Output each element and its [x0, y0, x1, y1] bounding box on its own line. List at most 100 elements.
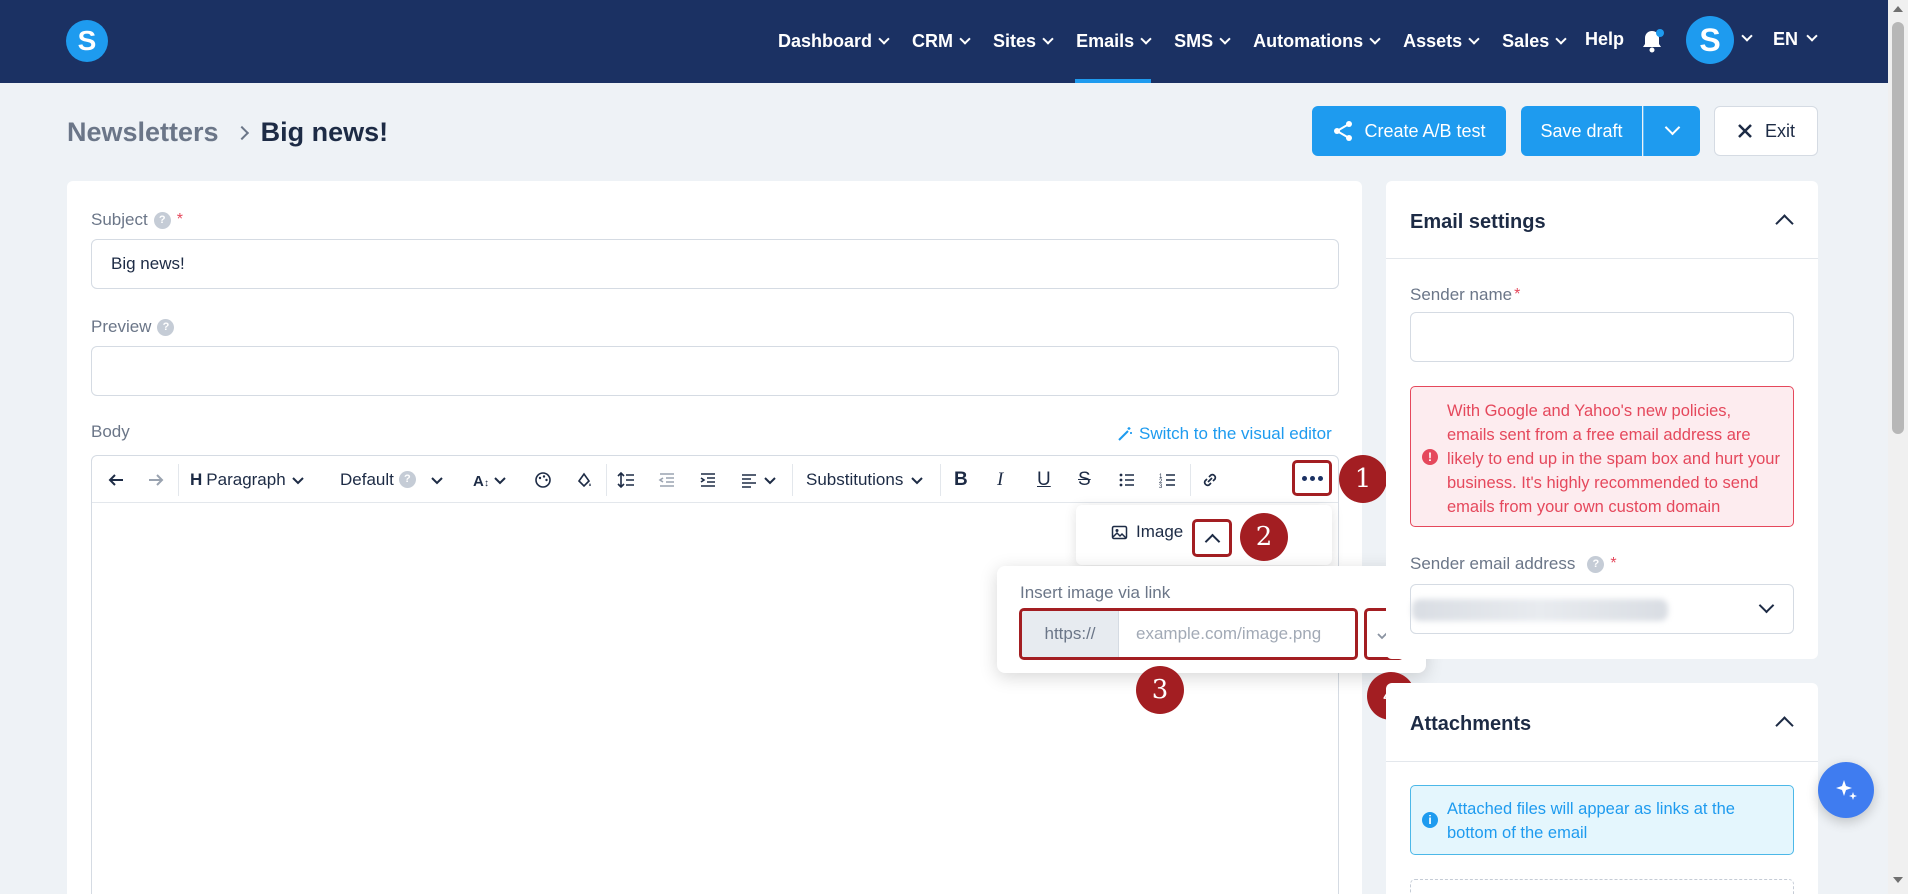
align-left-icon — [742, 473, 756, 488]
nav-item-sales[interactable]: Sales — [1502, 0, 1567, 83]
create-ab-test-label: Create A/B test — [1364, 120, 1486, 141]
italic-icon[interactable]: I — [997, 456, 1003, 503]
nav-item-sites[interactable]: Sites — [993, 0, 1054, 83]
redo-icon[interactable] — [146, 456, 166, 503]
insert-image-title: Insert image via link — [1020, 583, 1171, 602]
nav-item-dashboard[interactable]: Dashboard — [778, 0, 890, 83]
attachments-info-text: Attached files will appear as links at t… — [1447, 800, 1735, 842]
image-options-toggle[interactable] — [1192, 519, 1232, 557]
chevron-down-icon — [764, 476, 776, 484]
paragraph-format-dropdown[interactable]: H Paragraph — [190, 456, 306, 503]
preview-input[interactable] — [91, 346, 1339, 396]
underline-icon[interactable]: U — [1037, 456, 1051, 503]
bell-icon[interactable] — [1638, 27, 1666, 55]
subject-input[interactable]: Big news! — [91, 239, 1339, 289]
chevron-up-icon[interactable] — [1775, 716, 1794, 735]
sender-name-label: Sender name * — [1410, 285, 1520, 305]
chevron-down-icon — [1369, 33, 1381, 45]
save-options-button[interactable] — [1643, 106, 1700, 156]
sender-email-value — [1412, 599, 1668, 621]
scrollbar-thumb[interactable] — [1892, 22, 1904, 434]
switch-editor-label: Switch to the visual editor — [1139, 424, 1332, 443]
outdent-icon[interactable] — [658, 456, 676, 503]
nav-item-automations[interactable]: Automations — [1253, 0, 1381, 83]
substitutions-label: Substitutions — [806, 469, 904, 489]
strikethrough-icon[interactable]: S — [1078, 456, 1091, 503]
image-tool-label: Image — [1136, 522, 1184, 541]
chevron-up-icon — [1204, 533, 1221, 550]
attachments-title: Attachments — [1410, 713, 1532, 735]
main-menu: Dashboard CRM Sites Emails SMS Automatio… — [778, 0, 1589, 83]
chevron-up-icon[interactable] — [1775, 214, 1794, 233]
magic-wand-icon — [1118, 427, 1132, 441]
chevron-down-icon — [1042, 33, 1054, 45]
required-marker: * — [1514, 286, 1521, 303]
line-height-icon[interactable] — [617, 456, 635, 503]
image-url-placeholder[interactable]: example.com/image.png — [1136, 611, 1321, 657]
bullet-list-icon[interactable] — [1118, 456, 1136, 503]
svg-text:↕: ↕ — [484, 478, 489, 489]
app-logo[interactable]: S — [66, 20, 108, 62]
sender-name-input[interactable] — [1410, 312, 1794, 362]
heading-icon: H — [190, 469, 203, 489]
more-options-button[interactable] — [1292, 460, 1332, 496]
substitutions-dropdown[interactable]: Substitutions — [806, 456, 925, 503]
font-label: Default — [340, 469, 394, 489]
language-selector[interactable]: EN — [1773, 29, 1798, 50]
sparkles-icon — [1836, 780, 1857, 800]
image-tool-button[interactable]: Image — [1111, 522, 1183, 542]
nav-item-sms[interactable]: SMS — [1174, 0, 1231, 83]
paragraph-label: Paragraph — [206, 469, 286, 489]
attachment-dropzone[interactable] — [1410, 879, 1794, 894]
chevron-down-icon — [291, 476, 304, 484]
avatar[interactable]: S — [1686, 16, 1734, 64]
chevron-down-icon[interactable] — [1806, 30, 1818, 42]
help-icon[interactable]: ? — [157, 318, 175, 336]
svg-text:3: 3 — [1159, 484, 1163, 489]
nav-item-emails[interactable]: Emails — [1075, 0, 1152, 83]
ai-assistant-button[interactable] — [1818, 762, 1874, 818]
help-icon[interactable]: ? — [1587, 555, 1605, 573]
preview-label-text: Preview — [91, 317, 152, 336]
body-label: Body — [91, 422, 130, 441]
font-family-dropdown[interactable]: Default ? — [340, 456, 445, 503]
nav-item-label: CRM — [912, 31, 954, 51]
font-size-icon[interactable]: A ↕ — [473, 456, 511, 503]
chevron-down-icon[interactable] — [1741, 30, 1753, 42]
image-url-input[interactable]: https:// example.com/image.png — [1019, 608, 1358, 660]
nav-item-label: Dashboard — [778, 31, 873, 51]
scroll-down-icon[interactable] — [1893, 877, 1903, 883]
warning-text: With Google and Yahoo's new policies, em… — [1447, 402, 1780, 516]
chevron-down-icon — [1219, 33, 1231, 45]
nav-item-crm[interactable]: CRM — [912, 0, 971, 83]
help-icon[interactable]: ? — [153, 211, 171, 229]
highlight-icon[interactable] — [575, 456, 593, 503]
breadcrumb-parent[interactable]: Newsletters — [67, 117, 219, 148]
bold-icon[interactable]: B — [954, 456, 968, 503]
required-marker: * — [176, 211, 183, 228]
chevron-right-icon — [234, 125, 249, 140]
undo-icon[interactable] — [106, 456, 126, 503]
annotation-marker-1: 1 — [1339, 455, 1387, 503]
required-marker: * — [1610, 555, 1617, 572]
palette-icon[interactable] — [534, 456, 552, 503]
help-link[interactable]: Help — [1585, 29, 1624, 50]
indent-icon[interactable] — [699, 456, 717, 503]
numbered-list-icon[interactable]: 123 — [1159, 456, 1177, 503]
top-navigation: S Dashboard CRM Sites Emails SMS Automat… — [0, 0, 1888, 83]
switch-editor-link[interactable]: Switch to the visual editor — [1117, 424, 1332, 444]
save-draft-button[interactable]: Save draft — [1521, 106, 1642, 156]
link-icon[interactable] — [1200, 456, 1220, 503]
info-icon: i — [1422, 812, 1438, 828]
subject-label: Subject ? * — [91, 210, 183, 230]
nav-item-assets[interactable]: Assets — [1403, 0, 1480, 83]
exit-button[interactable]: Exit — [1714, 106, 1818, 156]
scroll-up-icon[interactable] — [1893, 6, 1903, 12]
chevron-down-icon — [911, 476, 924, 484]
chevron-down-icon — [1664, 119, 1681, 136]
attachments-info: i Attached files will appear as links at… — [1410, 785, 1794, 855]
page-title: Big news! — [260, 117, 389, 147]
align-dropdown[interactable] — [740, 456, 778, 503]
nav-item-label: Assets — [1403, 31, 1463, 51]
create-ab-test-button[interactable]: Create A/B test — [1312, 106, 1506, 156]
